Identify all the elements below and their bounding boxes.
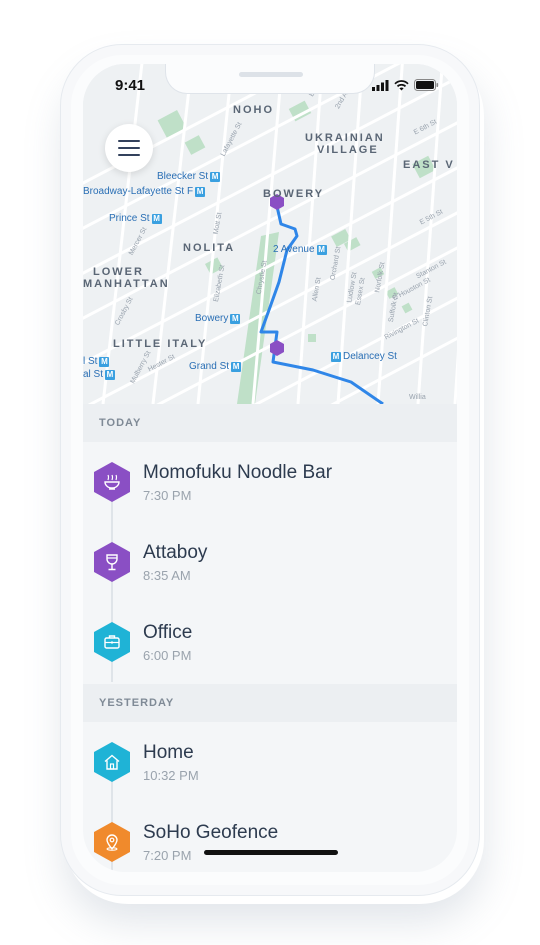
place-name: Office xyxy=(143,622,193,643)
street-label: Willia xyxy=(409,394,426,401)
map-label-little-italy: LITTLE ITALY xyxy=(113,338,208,350)
station-bowery[interactable]: Bowery M xyxy=(195,313,241,324)
menu-button[interactable] xyxy=(105,124,153,172)
subway-icon: M xyxy=(230,313,241,324)
station-bleecker[interactable]: Bleecker St M xyxy=(157,171,221,182)
subway-icon: M xyxy=(99,356,110,367)
app-screen: NOHO UKRAINIAN VILLAGE EAST V BOWERY NOL… xyxy=(83,64,457,872)
house-icon xyxy=(94,742,130,782)
map-label-ukrainian: UKRAINIAN xyxy=(305,132,385,144)
list-item[interactable]: Home 10:32 PM xyxy=(83,742,457,822)
subway-icon: M xyxy=(105,369,116,380)
hamburger-icon xyxy=(118,147,140,149)
visit-time: 7:30 PM xyxy=(143,488,192,503)
map-label-nolita: NOLITA xyxy=(183,242,236,254)
station-prince[interactable]: Prince St M xyxy=(109,213,162,224)
subway-icon: M xyxy=(231,361,242,372)
visit-time: 7:20 PM xyxy=(143,848,192,863)
hamburger-icon xyxy=(118,140,140,142)
map-label-manhattan: MANHATTAN xyxy=(83,278,170,290)
cellular-signal-icon xyxy=(372,79,389,91)
visit-time: 10:32 PM xyxy=(143,768,199,783)
subway-icon: M xyxy=(331,351,341,362)
device-notch xyxy=(165,64,375,94)
visit-time: 8:35 AM xyxy=(143,568,191,583)
speaker-grille xyxy=(239,72,303,77)
hamburger-icon xyxy=(118,154,140,156)
place-name: Momofuku Noodle Bar xyxy=(143,462,333,483)
wifi-icon xyxy=(394,79,409,90)
status-time: 9:41 xyxy=(115,77,146,94)
status-icons xyxy=(372,79,439,91)
station-partial-1[interactable]: l St M xyxy=(83,356,110,367)
station-broadway-lafayette[interactable]: Broadway-Lafayette St FM xyxy=(83,186,206,197)
section-header-today: TODAY xyxy=(83,404,457,442)
location-pin-icon xyxy=(94,822,130,862)
list-item[interactable]: Attaboy 8:35 AM xyxy=(83,542,457,622)
section-header-yesterday: YESTERDAY xyxy=(83,684,457,722)
map-label-east-village: EAST V xyxy=(403,159,455,171)
map-view[interactable]: NOHO UKRAINIAN VILLAGE EAST V BOWERY NOL… xyxy=(83,64,457,404)
subway-icon: M xyxy=(210,171,221,182)
wine-glass-icon xyxy=(94,542,130,582)
station-partial-2[interactable]: al St M xyxy=(83,369,116,380)
station-grand[interactable]: Grand St M xyxy=(189,361,242,372)
place-name: Home xyxy=(143,742,194,763)
battery-icon xyxy=(414,79,439,91)
subway-icon: M xyxy=(151,213,162,224)
noodle-bowl-icon xyxy=(94,462,130,502)
map-label-village: VILLAGE xyxy=(317,144,379,156)
station-2-avenue[interactable]: 2 Avenue M xyxy=(273,244,327,255)
subway-icon: M xyxy=(316,244,327,255)
list-item[interactable]: Momofuku Noodle Bar 7:30 PM xyxy=(83,462,457,542)
briefcase-icon xyxy=(94,622,130,662)
map-label-noho: NOHO xyxy=(233,104,274,116)
list-item[interactable]: SoHo Geofence 7:20 PM xyxy=(83,822,457,872)
visit-time: 6:00 PM xyxy=(143,648,192,663)
home-indicator[interactable] xyxy=(204,850,338,855)
place-name: Attaboy xyxy=(143,542,208,563)
map-label-lower: LOWER xyxy=(93,266,144,278)
station-delancey[interactable]: M Delancey St xyxy=(331,351,397,362)
subway-icon: M xyxy=(195,186,206,197)
map-label-bowery: BOWERY xyxy=(263,188,325,200)
place-name: SoHo Geofence xyxy=(143,822,279,843)
